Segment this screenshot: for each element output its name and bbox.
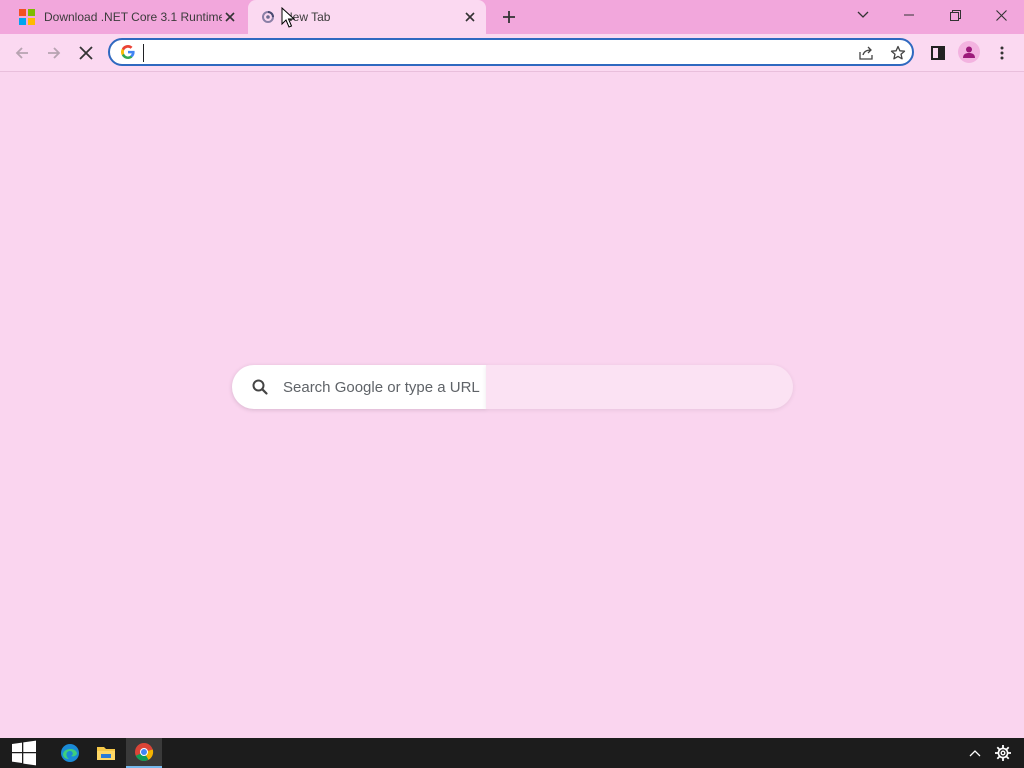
kebab-menu-icon: [1000, 46, 1004, 60]
side-panel-button[interactable]: [925, 40, 951, 66]
chrome-menu-button[interactable]: [989, 40, 1015, 66]
address-bar[interactable]: [108, 38, 914, 66]
tab-strip: Download .NET Core 3.1 Runtime New Tab: [0, 0, 1024, 34]
gear-icon: [995, 745, 1011, 761]
ntp-search-box[interactable]: [232, 365, 793, 409]
chrome-icon: [135, 743, 154, 762]
tab-search-button[interactable]: [840, 0, 886, 30]
start-button[interactable]: [0, 738, 48, 768]
close-tab-icon[interactable]: [222, 9, 238, 25]
close-icon: [995, 9, 1007, 21]
share-button[interactable]: [856, 43, 876, 63]
back-arrow-icon: [15, 47, 28, 59]
edge-icon: [61, 744, 79, 762]
minimize-button[interactable]: [886, 0, 932, 30]
chevron-down-icon: [857, 11, 869, 18]
tab-title: New Tab: [284, 10, 331, 24]
search-icon: [252, 379, 268, 395]
restore-button[interactable]: [932, 0, 978, 30]
star-icon: [890, 45, 906, 60]
settings-tray-button[interactable]: [990, 738, 1016, 768]
forward-arrow-icon: [48, 47, 61, 59]
windows-start-icon: [12, 740, 36, 766]
share-icon: [859, 46, 873, 60]
taskbar-file-explorer[interactable]: [88, 738, 124, 768]
address-input[interactable]: [143, 44, 803, 62]
taskbar-edge[interactable]: [52, 738, 88, 768]
loading-spinner-icon: [261, 10, 275, 24]
microsoft-logo-icon: [19, 9, 35, 25]
file-explorer-icon: [97, 747, 115, 760]
restore-icon: [949, 9, 961, 21]
google-g-icon: [121, 45, 135, 59]
text-caret: [143, 44, 144, 62]
tab-download-net-core[interactable]: Download .NET Core 3.1 Runtime: [8, 0, 246, 34]
close-tab-icon[interactable]: [462, 9, 478, 25]
stop-loading-icon: [79, 46, 93, 60]
forward-button[interactable]: [41, 40, 67, 66]
chevron-up-icon: [969, 750, 981, 757]
mouse-cursor-icon: [281, 7, 295, 28]
search-box-right: [486, 365, 793, 409]
bookmark-button[interactable]: [888, 43, 908, 63]
profile-button[interactable]: [958, 41, 980, 63]
side-panel-icon: [931, 46, 945, 60]
close-window-button[interactable]: [978, 0, 1024, 30]
taskbar-chrome[interactable]: [126, 738, 162, 768]
tab-title: Download .NET Core 3.1 Runtime: [44, 10, 222, 24]
profile-avatar-icon: [963, 46, 975, 58]
browser-toolbar: [0, 34, 1024, 72]
taskbar: [0, 738, 1024, 768]
new-tab-button[interactable]: [497, 5, 521, 29]
ntp-search-input[interactable]: [283, 377, 483, 397]
stop-loading-button[interactable]: [73, 40, 99, 66]
plus-icon: [503, 11, 515, 23]
minimize-icon: [904, 14, 914, 16]
back-button[interactable]: [9, 40, 35, 66]
show-hidden-icons-button[interactable]: [962, 738, 988, 768]
